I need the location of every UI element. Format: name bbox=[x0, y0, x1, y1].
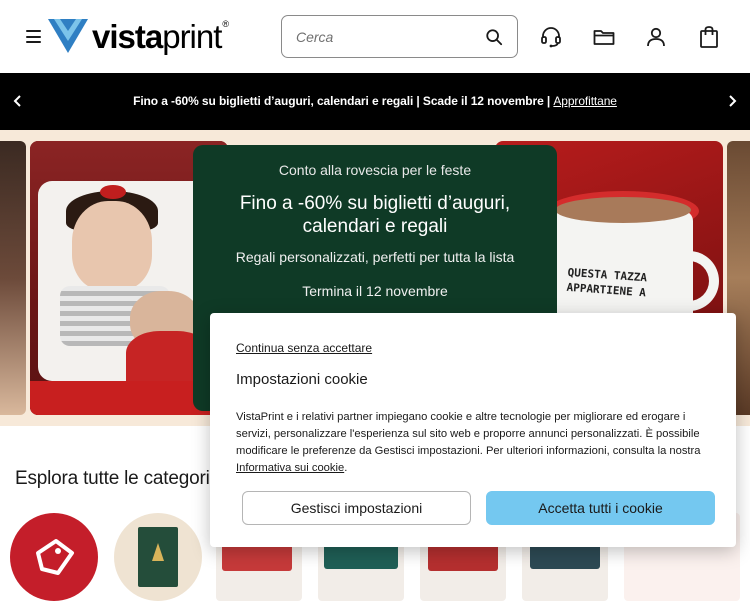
vistaprint-logo[interactable]: vistaprint® bbox=[48, 17, 229, 55]
search-box bbox=[281, 15, 518, 58]
cookie-dialog-body: VistaPrint e i relativi partner impiegan… bbox=[236, 409, 706, 477]
cookie-body-text: VistaPrint e i relativi partner impiegan… bbox=[236, 411, 701, 457]
hero-side-photo-left bbox=[0, 141, 26, 415]
chevron-right-icon[interactable] bbox=[724, 93, 740, 109]
continue-without-accepting-link[interactable]: Continua senza accettare bbox=[236, 341, 372, 355]
accept-all-cookies-button[interactable]: Accetta tutti i cookie bbox=[486, 491, 715, 525]
search-icon[interactable] bbox=[485, 28, 503, 46]
categories-title: Esplora tutte le categorie bbox=[15, 468, 220, 489]
folder-icon[interactable] bbox=[592, 25, 616, 49]
site-header: vistaprint® bbox=[0, 0, 750, 73]
headset-help-icon[interactable] bbox=[539, 25, 563, 49]
cookie-dialog: Continua senza accettare Impostazioni co… bbox=[210, 313, 736, 547]
hero-subtitle: Regali personalizzati, perfetti per tutt… bbox=[235, 249, 515, 265]
logo-wordmark: vistaprint® bbox=[92, 17, 229, 55]
promo-banner: Fino a -60% su biglietti d’auguri, calen… bbox=[0, 73, 750, 130]
search-input[interactable] bbox=[296, 26, 476, 48]
promo-text: Fino a -60% su biglietti d’auguri, calen… bbox=[0, 94, 750, 108]
hero-date: Termina il 12 novembre bbox=[302, 283, 448, 299]
category-cards[interactable] bbox=[114, 513, 202, 601]
promo-message: Fino a -60% su biglietti d’auguri, calen… bbox=[133, 94, 554, 108]
cookie-body-end: . bbox=[344, 462, 348, 474]
hero-kicker: Conto alla rovescia per le feste bbox=[278, 162, 472, 178]
logo-mark-icon bbox=[48, 19, 88, 53]
tag-icon bbox=[36, 539, 74, 575]
user-icon[interactable] bbox=[644, 25, 668, 49]
promo-link[interactable]: Approfittane bbox=[553, 94, 617, 108]
category-offers[interactable] bbox=[10, 513, 98, 601]
hamburger-menu-icon[interactable] bbox=[26, 30, 41, 43]
cookie-policy-link[interactable]: Informativa sui cookie bbox=[236, 462, 344, 474]
hero-title: Fino a -60% su biglietti d’auguri, calen… bbox=[239, 193, 511, 237]
cookie-dialog-title: Impostazioni cookie bbox=[236, 371, 368, 388]
manage-settings-button[interactable]: Gestisci impostazioni bbox=[242, 491, 471, 525]
cart-icon[interactable] bbox=[697, 25, 721, 49]
